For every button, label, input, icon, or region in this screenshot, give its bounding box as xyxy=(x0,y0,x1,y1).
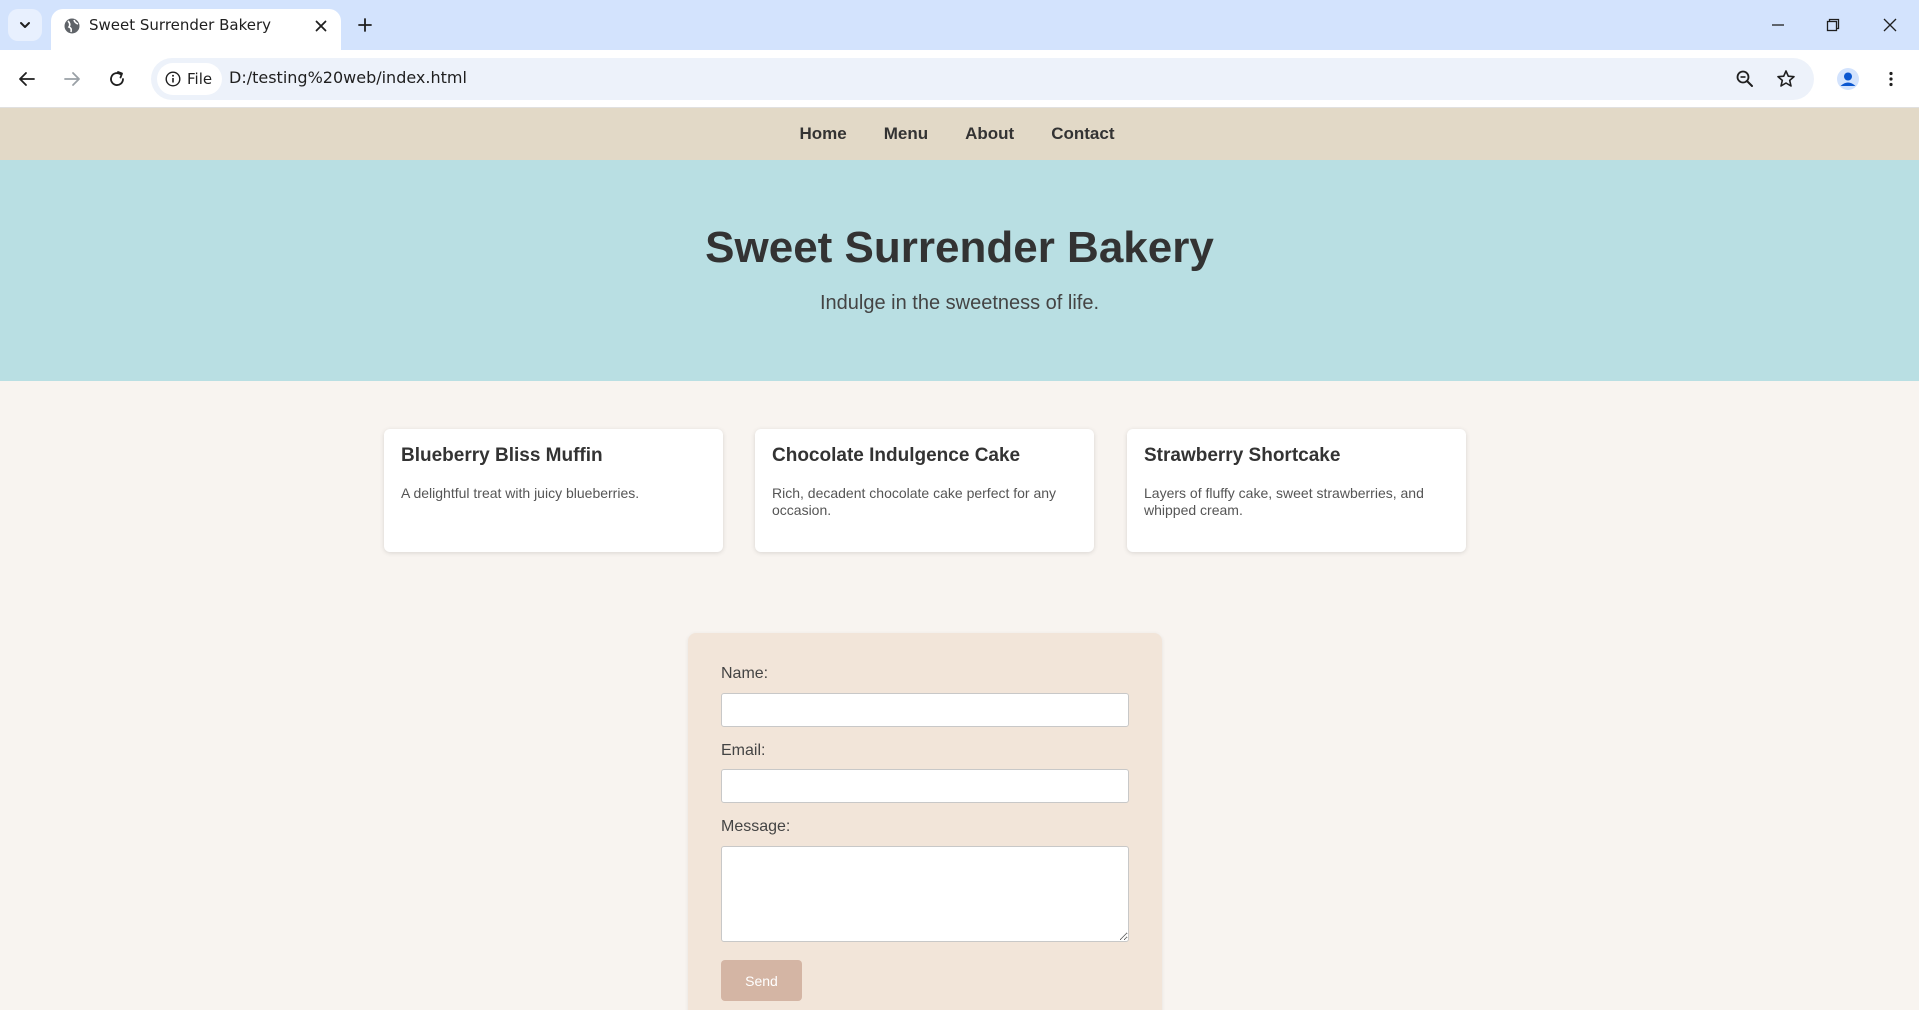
zoom-button[interactable] xyxy=(1732,66,1758,92)
avatar-icon xyxy=(1837,68,1859,90)
close-icon xyxy=(315,20,327,32)
arrow-right-icon xyxy=(64,72,80,86)
zoom-out-icon xyxy=(1736,70,1753,87)
address-bar[interactable]: File D:/testing%20web/index.html xyxy=(151,58,1814,100)
chevron-down-icon xyxy=(20,22,30,28)
email-input[interactable] xyxy=(721,769,1129,803)
card-title: Strawberry Shortcake xyxy=(1144,445,1341,466)
product-card: Chocolate Indulgence Cake Rich, decadent… xyxy=(755,429,1094,552)
contact-form: Name: Email: Message: Send xyxy=(688,633,1162,1010)
hero-tagline: Indulge in the sweetness of life. xyxy=(819,292,1100,314)
chip-label: File xyxy=(187,70,213,88)
name-input[interactable] xyxy=(721,693,1129,727)
more-vert-icon xyxy=(1889,71,1893,87)
email-label: Email: xyxy=(721,742,766,759)
minimize-icon xyxy=(1772,24,1784,26)
plus-icon xyxy=(358,18,372,32)
browser-tab[interactable]: Sweet Surrender Bakery xyxy=(51,9,341,50)
star-icon xyxy=(1777,70,1795,87)
site-navigation: Home Menu About Contact xyxy=(0,108,1919,160)
close-icon xyxy=(1883,18,1897,32)
browser-toolbar: File D:/testing%20web/index.html xyxy=(0,50,1919,108)
card-title: Blueberry Bliss Muffin xyxy=(401,445,603,466)
reload-button[interactable] xyxy=(101,63,133,95)
card-title: Chocolate Indulgence Cake xyxy=(772,445,1021,466)
close-window-button[interactable] xyxy=(1872,10,1908,40)
back-button[interactable] xyxy=(11,63,43,95)
browser-tab-bar: Sweet Surrender Bakery xyxy=(0,0,1919,50)
forward-button[interactable] xyxy=(56,63,88,95)
site-info-chip[interactable]: File xyxy=(157,63,223,95)
name-label: Name: xyxy=(721,665,769,682)
new-tab-button[interactable] xyxy=(352,12,378,38)
restore-button[interactable] xyxy=(1815,10,1851,40)
card-description: A delightful treat with juicy blueberrie… xyxy=(401,485,640,501)
product-card: Blueberry Bliss Muffin A delightful trea… xyxy=(384,429,723,552)
nav-link-home[interactable]: Home xyxy=(800,124,847,144)
minimize-button[interactable] xyxy=(1760,10,1796,40)
menu-button[interactable] xyxy=(1875,63,1907,95)
nav-link-contact[interactable]: Contact xyxy=(1051,124,1114,144)
product-card: Strawberry Shortcake Layers of fluffy ca… xyxy=(1127,429,1466,552)
restore-icon xyxy=(1826,18,1840,32)
info-icon xyxy=(165,71,181,87)
url-text[interactable]: D:/testing%20web/index.html xyxy=(229,68,467,87)
bookmark-button[interactable] xyxy=(1773,66,1799,92)
hero-title: Sweet Surrender Bakery xyxy=(705,223,1214,272)
message-textarea[interactable] xyxy=(721,846,1129,942)
card-description: Rich, decadent chocolate cake perfect fo… xyxy=(772,485,1057,518)
tab-title: Sweet Surrender Bakery xyxy=(89,16,271,34)
card-description: Layers of fluffy cake, sweet strawberrie… xyxy=(1144,485,1424,518)
reload-icon xyxy=(110,71,124,86)
hero-banner: Sweet Surrender Bakery Indulge in the sw… xyxy=(0,160,1919,381)
globe-icon xyxy=(64,18,80,34)
nav-link-about[interactable]: About xyxy=(965,124,1014,144)
arrow-left-icon xyxy=(19,72,35,86)
profile-button[interactable] xyxy=(1832,63,1864,95)
tab-search-button[interactable] xyxy=(8,9,42,41)
nav-link-menu[interactable]: Menu xyxy=(884,124,928,144)
message-label: Message: xyxy=(721,818,791,835)
tab-close-button[interactable] xyxy=(310,15,332,37)
send-button[interactable]: Send xyxy=(721,960,802,1001)
